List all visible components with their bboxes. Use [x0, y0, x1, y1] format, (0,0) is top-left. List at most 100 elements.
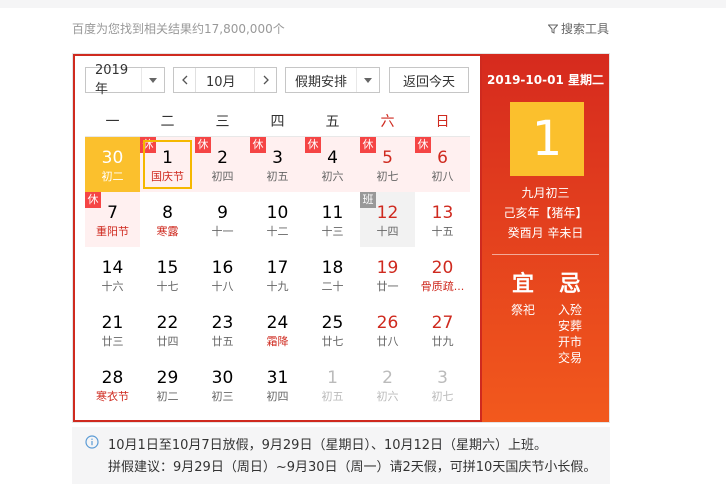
calendar-day-cell[interactable]: 30 初二: [85, 137, 140, 192]
calendar-day-cell[interactable]: 30 初三: [195, 357, 250, 412]
calendar-day-cell[interactable]: 29 初二: [140, 357, 195, 412]
lunar-label: 初八: [431, 170, 454, 183]
day-number: 14: [101, 258, 124, 278]
calendar-day-cell[interactable]: 31 初四: [250, 357, 305, 412]
calendar-day-cell[interactable]: 23 廿五: [195, 302, 250, 357]
year-select-value: 2019年: [95, 63, 129, 97]
day-number: 30: [211, 368, 234, 388]
calendar-day-cell[interactable]: 休 2 初四: [195, 137, 250, 192]
month-select[interactable]: 10月: [173, 67, 277, 93]
calendar-day-cell[interactable]: 休 1 国庆节: [140, 137, 195, 192]
calendar-day-cell[interactable]: 休 7 重阳节: [85, 192, 140, 247]
day-number: 28: [101, 368, 124, 388]
day-number: 17: [266, 258, 289, 278]
lunar-label: 十三: [321, 225, 344, 238]
day-number: 18: [321, 258, 344, 278]
ji-item: 入殓: [557, 303, 582, 317]
lunar-label: 廿四: [156, 335, 179, 348]
calendar-day-cell[interactable]: 15 十七: [140, 247, 195, 302]
day-number: 19: [376, 258, 399, 278]
calendar-day-cell[interactable]: 3 初七: [415, 357, 470, 412]
calendar-day-cell[interactable]: 班 12 十四: [360, 192, 415, 247]
day-number: 3: [437, 368, 448, 388]
calendar-day-cell[interactable]: 10 十二: [250, 192, 305, 247]
calendar-day-cell[interactable]: 26 廿八: [360, 302, 415, 357]
ji-item: 交易: [557, 351, 582, 365]
chevron-down-icon: [356, 68, 379, 92]
calendar-panel: 2019年 10月 假期安排 返回今天 一 二 三 四 五 六 日 30 初二 …: [73, 54, 482, 422]
lunar-label: 廿一: [376, 280, 399, 293]
back-to-today-button[interactable]: 返回今天: [389, 67, 469, 93]
day-number: 22: [156, 313, 179, 333]
workday-badge: 班: [360, 192, 376, 208]
lunar-label: 初三: [211, 390, 234, 403]
calendar-day-cell[interactable]: 14 十六: [85, 247, 140, 302]
calendar-day-cell[interactable]: 19 廿一: [360, 247, 415, 302]
lunar-label: 初四: [266, 390, 289, 403]
weekday-label-saturday: 六: [380, 114, 395, 130]
calendar-day-cell[interactable]: 1 初五: [305, 357, 360, 412]
calendar-day-cell[interactable]: 20 骨质疏...: [415, 247, 470, 302]
lunar-label: 廿五: [211, 335, 234, 348]
weekday-header: 一 二 三 四 五 六 日: [85, 108, 470, 137]
month-select-value: 10月: [206, 74, 236, 90]
ji-list: 入殓 安葬 开市 交易: [550, 302, 590, 366]
ganzhi-month-day: 癸酉月 辛未日: [507, 226, 584, 240]
day-detail-panel: 2019-10-01 星期二 1 九月初三 己亥年【猪年】 癸酉月 辛未日 宜 …: [482, 54, 609, 422]
calendar-day-cell[interactable]: 18 二十: [305, 247, 360, 302]
calendar-day-cell[interactable]: 11 十三: [305, 192, 360, 247]
lunar-label: 十八: [211, 280, 234, 293]
day-number: 21: [101, 313, 124, 333]
weekday-label-sunday: 日: [435, 114, 450, 130]
calendar-day-cell[interactable]: 27 廿九: [415, 302, 470, 357]
lunar-label: 十二: [266, 225, 289, 238]
day-number: 26: [376, 313, 399, 333]
calendar-day-cell[interactable]: 8 寒露: [140, 192, 195, 247]
search-tools-button[interactable]: 搜索工具: [548, 20, 609, 37]
calendar-day-cell[interactable]: 休 5 初七: [360, 137, 415, 192]
calendar-day-cell[interactable]: 21 廿三: [85, 302, 140, 357]
calendar-day-cell[interactable]: 休 4 初六: [305, 137, 360, 192]
lunar-label: 初二: [101, 170, 124, 183]
day-number: 23: [211, 313, 234, 333]
lunar-label: 十一: [211, 225, 234, 238]
calendar-day-cell[interactable]: 16 十八: [195, 247, 250, 302]
weekday-label: 五: [325, 114, 340, 130]
calendar-day-cell[interactable]: 休 6 初八: [415, 137, 470, 192]
day-number: 10: [266, 203, 289, 223]
day-number: 11: [321, 203, 344, 223]
chevron-right-icon: [263, 75, 269, 85]
search-tools-label: 搜索工具: [561, 22, 610, 36]
lunar-label: 初五: [321, 390, 344, 403]
yi-label: 宜: [511, 272, 534, 297]
holiday-badge: 休: [305, 137, 321, 153]
yi-list: 祭祀: [503, 302, 543, 318]
holiday-select[interactable]: 假期安排: [285, 67, 380, 93]
day-number: 24: [266, 313, 289, 333]
calendar-day-cell[interactable]: 22 廿四: [140, 302, 195, 357]
selected-date: 2019-10-01 星期二: [487, 73, 604, 87]
calendar-day-cell[interactable]: 13 十五: [415, 192, 470, 247]
day-number: 30: [101, 148, 124, 168]
calendar-grid: 30 初二休 1 国庆节休 2 初四休 3 初五休 4 初六休 5 初七休 6 初八休 7 重阳节 8 寒露 9 十一…: [85, 137, 470, 412]
lunar-label: 初二: [156, 390, 179, 403]
info-icon: [85, 435, 99, 453]
calendar-day-cell[interactable]: 休 3 初五: [250, 137, 305, 192]
lunar-label: 骨质疏...: [420, 280, 465, 293]
day-number: 31: [266, 368, 289, 388]
calendar-day-cell[interactable]: 17 十九: [250, 247, 305, 302]
calendar-day-cell[interactable]: 9 十一: [195, 192, 250, 247]
calendar-day-cell[interactable]: 24 霜降: [250, 302, 305, 357]
prev-month-button[interactable]: [174, 68, 196, 92]
calendar-day-cell[interactable]: 28 寒衣节: [85, 357, 140, 412]
calendar-day-cell[interactable]: 2 初六: [360, 357, 415, 412]
lunar-label: 初七: [431, 390, 454, 403]
year-select[interactable]: 2019年: [85, 63, 165, 97]
calendar-day-cell[interactable]: 25 廿七: [305, 302, 360, 357]
day-number: 16: [211, 258, 234, 278]
holiday-badge: 休: [415, 137, 431, 153]
holiday-badge: 休: [360, 137, 376, 153]
lunar-label: 寒衣节: [96, 390, 129, 403]
next-month-button[interactable]: [254, 68, 276, 92]
weekday-label: 四: [270, 114, 285, 130]
